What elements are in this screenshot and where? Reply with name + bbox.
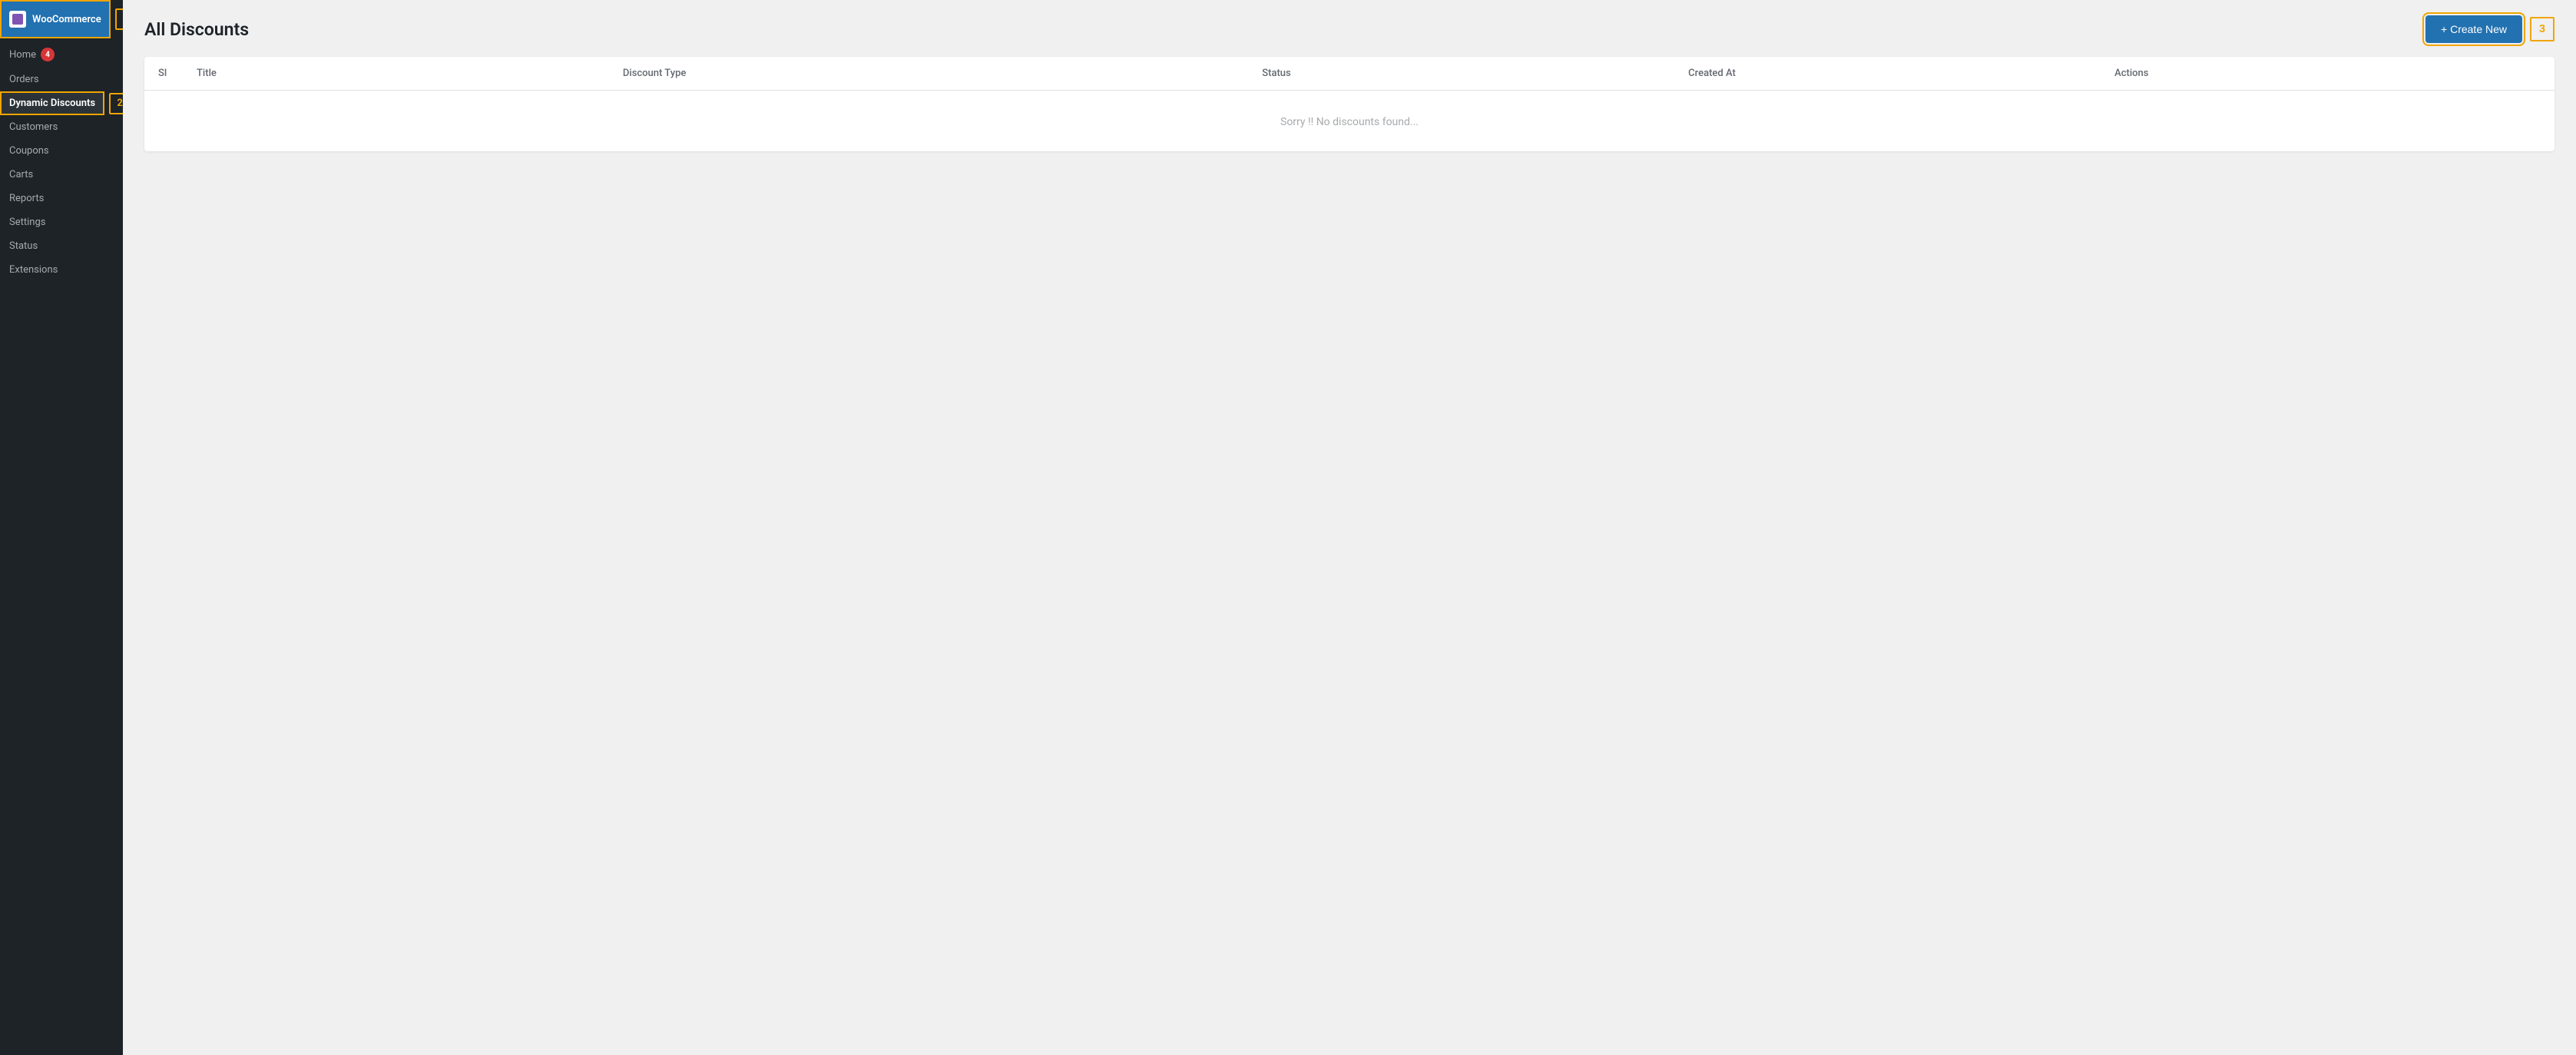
col-actions: Actions (2114, 68, 2541, 79)
sidebar-item-carts-label: Carts (9, 169, 33, 180)
sidebar-item-coupons-label: Coupons (9, 145, 49, 157)
sidebar-nav: Home 4 Orders Dynamic Discounts 2 Custom… (0, 38, 123, 282)
sidebar-item-home[interactable]: Home 4 (0, 41, 123, 68)
col-sl: Sl (158, 68, 197, 79)
sidebar-item-reports[interactable]: Reports (0, 187, 123, 210)
sidebar-item-dynamic-discounts-label: Dynamic Discounts (9, 98, 95, 109)
sidebar-item-customers-label: Customers (9, 121, 58, 133)
main-content: All Discounts + Create New 3 Sl Title Di… (123, 0, 2576, 1055)
sidebar-item-settings-label: Settings (9, 217, 45, 228)
sidebar-item-status-label: Status (9, 240, 38, 252)
empty-message: Sorry !! No discounts found... (1280, 116, 1419, 128)
col-status: Status (1262, 68, 1688, 79)
page-title: All Discounts (144, 19, 249, 40)
discounts-table: Sl Title Discount Type Status Created At… (144, 57, 2554, 151)
woocommerce-brand[interactable]: WooCommerce (0, 0, 111, 38)
sidebar: WooCommerce 1 Home 4 Orders Dynamic Disc… (0, 0, 123, 1055)
sidebar-item-carts[interactable]: Carts (0, 163, 123, 187)
sidebar-item-extensions-label: Extensions (9, 264, 58, 276)
table-body: Sorry !! No discounts found... (144, 91, 2554, 151)
header-right: + Create New 3 (2425, 15, 2554, 43)
annotation-3: 3 (2530, 17, 2554, 41)
sidebar-item-settings[interactable]: Settings (0, 210, 123, 234)
create-new-button[interactable]: + Create New (2425, 15, 2522, 43)
sidebar-item-dynamic-discounts[interactable]: Dynamic Discounts (0, 91, 104, 115)
col-title: Title (197, 68, 623, 79)
sidebar-item-customers[interactable]: Customers (0, 115, 123, 139)
sidebar-item-extensions[interactable]: Extensions (0, 258, 123, 282)
sidebar-item-coupons[interactable]: Coupons (0, 139, 123, 163)
sidebar-item-home-label: Home (9, 49, 36, 61)
page-header: All Discounts + Create New 3 (144, 15, 2554, 43)
sidebar-item-status[interactable]: Status (0, 234, 123, 258)
table-header: Sl Title Discount Type Status Created At… (144, 57, 2554, 91)
home-badge: 4 (41, 48, 55, 61)
sidebar-item-orders-label: Orders (9, 74, 39, 85)
brand-label: WooCommerce (32, 14, 101, 25)
sidebar-item-reports-label: Reports (9, 193, 44, 204)
col-created-at: Created At (1688, 68, 2114, 79)
sidebar-item-orders[interactable]: Orders (0, 68, 123, 91)
col-discount-type: Discount Type (623, 68, 1262, 79)
woo-icon (9, 11, 26, 28)
